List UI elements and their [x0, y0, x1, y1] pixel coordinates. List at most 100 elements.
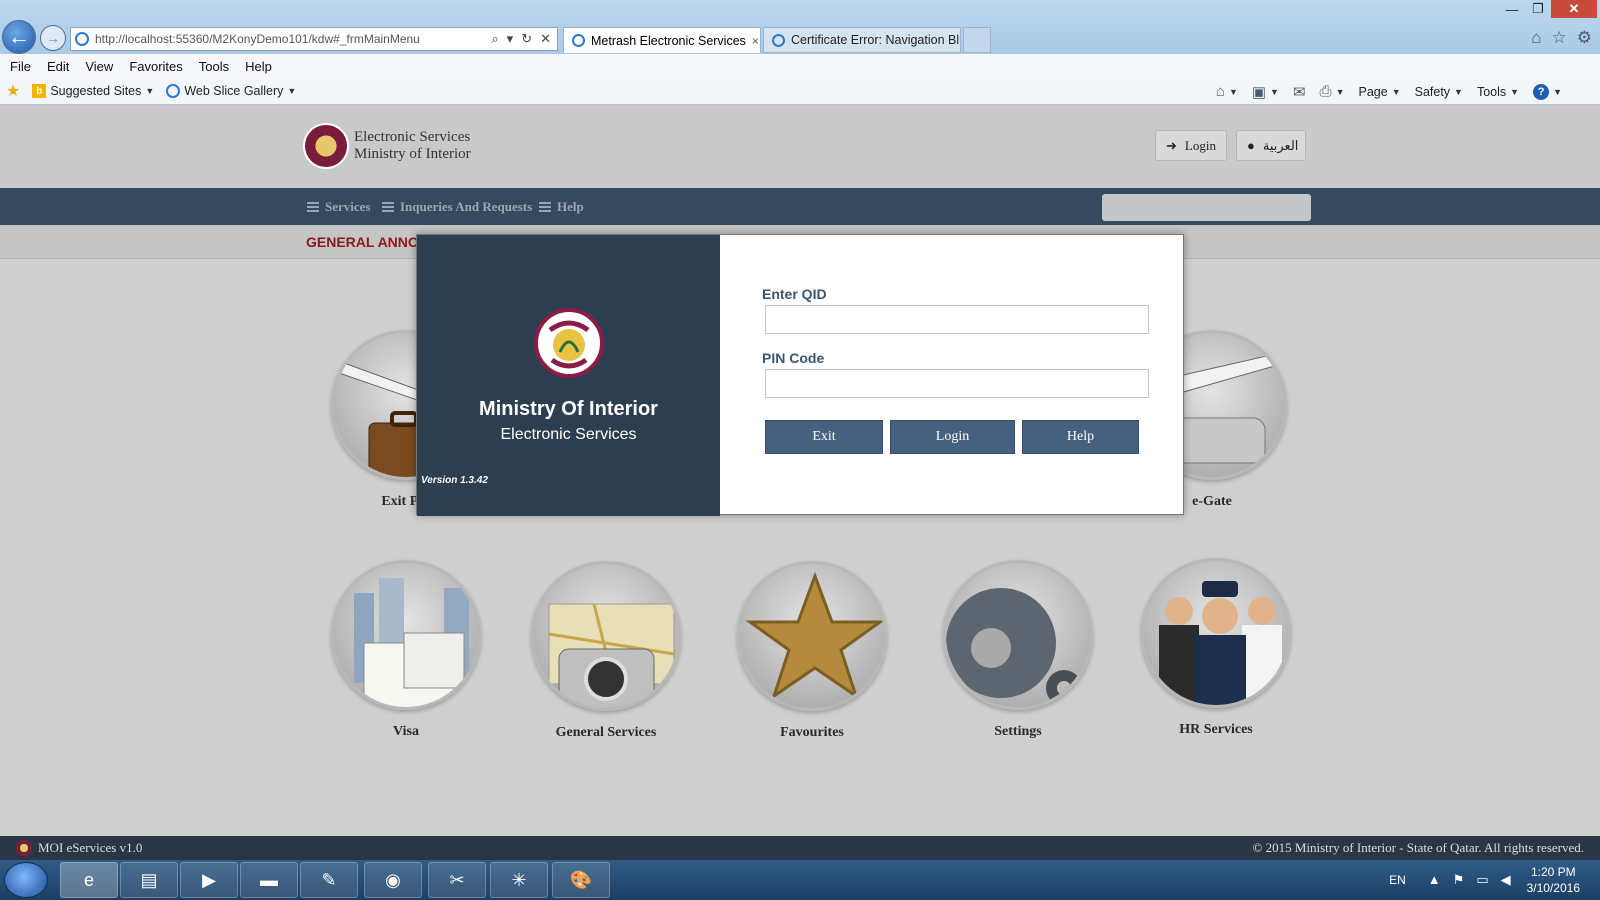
- refresh-icon[interactable]: ↻: [521, 31, 532, 47]
- menu-file[interactable]: File: [10, 59, 31, 74]
- staff-people-icon: [1141, 558, 1291, 708]
- qatar-emblem-logo[interactable]: [303, 123, 349, 169]
- site-header: Electronic Services Ministry of Interior…: [0, 105, 1600, 188]
- back-arrow-icon: ←: [8, 24, 30, 49]
- feeds-command[interactable]: ▣ ▼: [1252, 83, 1279, 101]
- ie-page-icon: [75, 32, 89, 46]
- login-arrow-icon: ➜: [1166, 137, 1177, 153]
- home-command[interactable]: ⌂ ▼: [1216, 83, 1238, 100]
- start-button[interactable]: [4, 862, 48, 898]
- home-icon[interactable]: ⌂: [1531, 28, 1541, 48]
- flag-icon[interactable]: ⚑: [1453, 872, 1465, 888]
- site-title-line2: Ministry of Interior: [354, 146, 471, 162]
- header-login-label: Login: [1184, 137, 1216, 153]
- help-button[interactable]: Help: [1022, 420, 1139, 454]
- volume-icon[interactable]: ◀: [1501, 872, 1511, 888]
- tile-general-services[interactable]: General Services: [526, 561, 686, 741]
- close-window-button[interactable]: ✕: [1551, 0, 1597, 18]
- pin-input[interactable]: [765, 369, 1149, 398]
- menu-edit[interactable]: Edit: [47, 59, 69, 74]
- address-text[interactable]: http://localhost:55360/M2KonyDemo101/kdw…: [95, 32, 491, 46]
- login-dialog: Ministry Of Interior Electronic Services…: [416, 234, 1184, 516]
- paint-taskbar-icon[interactable]: 🎨: [552, 862, 610, 898]
- mail-icon: ✉: [1292, 83, 1306, 101]
- list-icon: [539, 201, 551, 212]
- command-bar: ⌂ ▼ ▣ ▼ ✉ ⎙ ▼ Page ▼ Safety ▼ Tools ▼ ? ▼: [1216, 78, 1562, 105]
- search-icon[interactable]: ⌕: [491, 31, 498, 47]
- forward-button[interactable]: →: [40, 25, 66, 51]
- tab-close-icon[interactable]: ×: [746, 34, 759, 48]
- menu-view[interactable]: View: [85, 59, 113, 74]
- suggested-sites-label: Suggested Sites: [50, 84, 142, 98]
- page-menu[interactable]: Page ▼: [1358, 85, 1400, 99]
- tab-label: Metrash Electronic Services: [591, 33, 746, 48]
- nav-services[interactable]: Services: [307, 188, 370, 225]
- qid-label: Enter QID: [762, 286, 827, 302]
- notepad-taskbar-icon[interactable]: ✎: [300, 862, 358, 898]
- print-command[interactable]: ⎙ ▼: [1320, 83, 1345, 100]
- site-search-input[interactable]: [1102, 194, 1311, 221]
- kony-taskbar-icon[interactable]: ✳: [490, 862, 548, 898]
- explorer-taskbar-icon[interactable]: ▤: [120, 862, 178, 898]
- snipping-tool-taskbar-icon[interactable]: ✂: [428, 862, 486, 898]
- tile-favourites[interactable]: Favourites: [732, 561, 892, 741]
- clock[interactable]: 1:20 PM 3/10/2016: [1527, 864, 1580, 896]
- nav-inquiries-label: Inqueries And Requests: [400, 198, 533, 214]
- tools-menu[interactable]: Tools ▼: [1477, 85, 1519, 99]
- stop-icon[interactable]: ✕: [540, 31, 551, 47]
- qid-input[interactable]: [765, 305, 1149, 334]
- clock-date: 3/10/2016: [1526, 881, 1580, 895]
- tile-label: Settings: [994, 724, 1042, 739]
- nav-help[interactable]: Help: [539, 188, 584, 225]
- address-bar[interactable]: http://localhost:55360/M2KonyDemo101/kdw…: [70, 27, 558, 51]
- menu-help[interactable]: Help: [245, 59, 272, 74]
- web-slice-gallery[interactable]: Web Slice Gallery ▼: [166, 84, 296, 98]
- chrome-taskbar-icon[interactable]: ◉: [364, 862, 422, 898]
- tile-hr-services[interactable]: HR Services: [1136, 558, 1296, 738]
- help-menu[interactable]: ? ▼: [1533, 83, 1562, 100]
- safety-menu[interactable]: Safety ▼: [1415, 85, 1463, 99]
- menu-favorites[interactable]: Favorites: [129, 59, 182, 74]
- exit-button[interactable]: Exit: [765, 420, 883, 454]
- list-icon: [307, 201, 319, 212]
- dropdown-icon[interactable]: ▾: [507, 31, 514, 47]
- qatar-emblem-icon: [534, 308, 604, 378]
- tile-visa[interactable]: Visa: [326, 560, 486, 740]
- tile-label: Favourites: [780, 725, 844, 740]
- network-icon[interactable]: ▭: [1476, 872, 1488, 888]
- tile-settings[interactable]: Settings: [938, 560, 1098, 740]
- announcement-label: GENERAL ANNO: [306, 234, 419, 250]
- cmd-taskbar-icon[interactable]: ▬: [240, 862, 298, 898]
- header-login-button[interactable]: ➜ Login: [1155, 130, 1227, 161]
- back-button[interactable]: ←: [2, 20, 36, 54]
- tab-metrash[interactable]: Metrash Electronic Services ×: [563, 27, 761, 53]
- tray-expand-icon[interactable]: ▲: [1428, 872, 1441, 888]
- mail-command[interactable]: ✉: [1293, 83, 1306, 101]
- pin-label: PIN Code: [762, 350, 825, 366]
- language-button[interactable]: ● العربية: [1236, 130, 1306, 161]
- dialog-brand-panel: Ministry Of Interior Electronic Services…: [417, 235, 720, 516]
- visa-document-icon: [331, 560, 481, 710]
- language-indicator[interactable]: EN: [1389, 873, 1406, 887]
- maximize-button[interactable]: ❐: [1525, 0, 1551, 18]
- favorites-add-icon[interactable]: ★: [6, 81, 20, 101]
- new-tab-button[interactable]: [963, 27, 991, 53]
- suggested-sites[interactable]: b Suggested Sites ▼: [32, 84, 154, 98]
- ie-taskbar-icon[interactable]: e: [60, 862, 118, 898]
- chevron-down-icon: ▼: [287, 86, 297, 96]
- login-button[interactable]: Login: [890, 420, 1015, 454]
- map-camera-icon: [531, 561, 681, 711]
- tab-certificate-error[interactable]: Certificate Error: Navigation Bl...: [763, 27, 961, 53]
- globe-icon: ●: [1247, 137, 1255, 153]
- ie-tab-icon: [772, 33, 785, 47]
- favorites-star-icon[interactable]: ☆: [1552, 28, 1567, 48]
- forward-arrow-icon: →: [46, 30, 60, 46]
- dialog-subtitle: Electronic Services: [500, 426, 637, 443]
- language-label: العربية: [1262, 137, 1299, 153]
- nav-inquiries[interactable]: Inqueries And Requests: [382, 188, 532, 225]
- tab-label: Certificate Error: Navigation Bl...: [791, 33, 961, 47]
- menu-tools[interactable]: Tools: [199, 59, 229, 74]
- minimize-button[interactable]: —: [1499, 0, 1525, 18]
- gear-icon[interactable]: ⚙: [1577, 28, 1592, 48]
- media-player-taskbar-icon[interactable]: ▶: [180, 862, 238, 898]
